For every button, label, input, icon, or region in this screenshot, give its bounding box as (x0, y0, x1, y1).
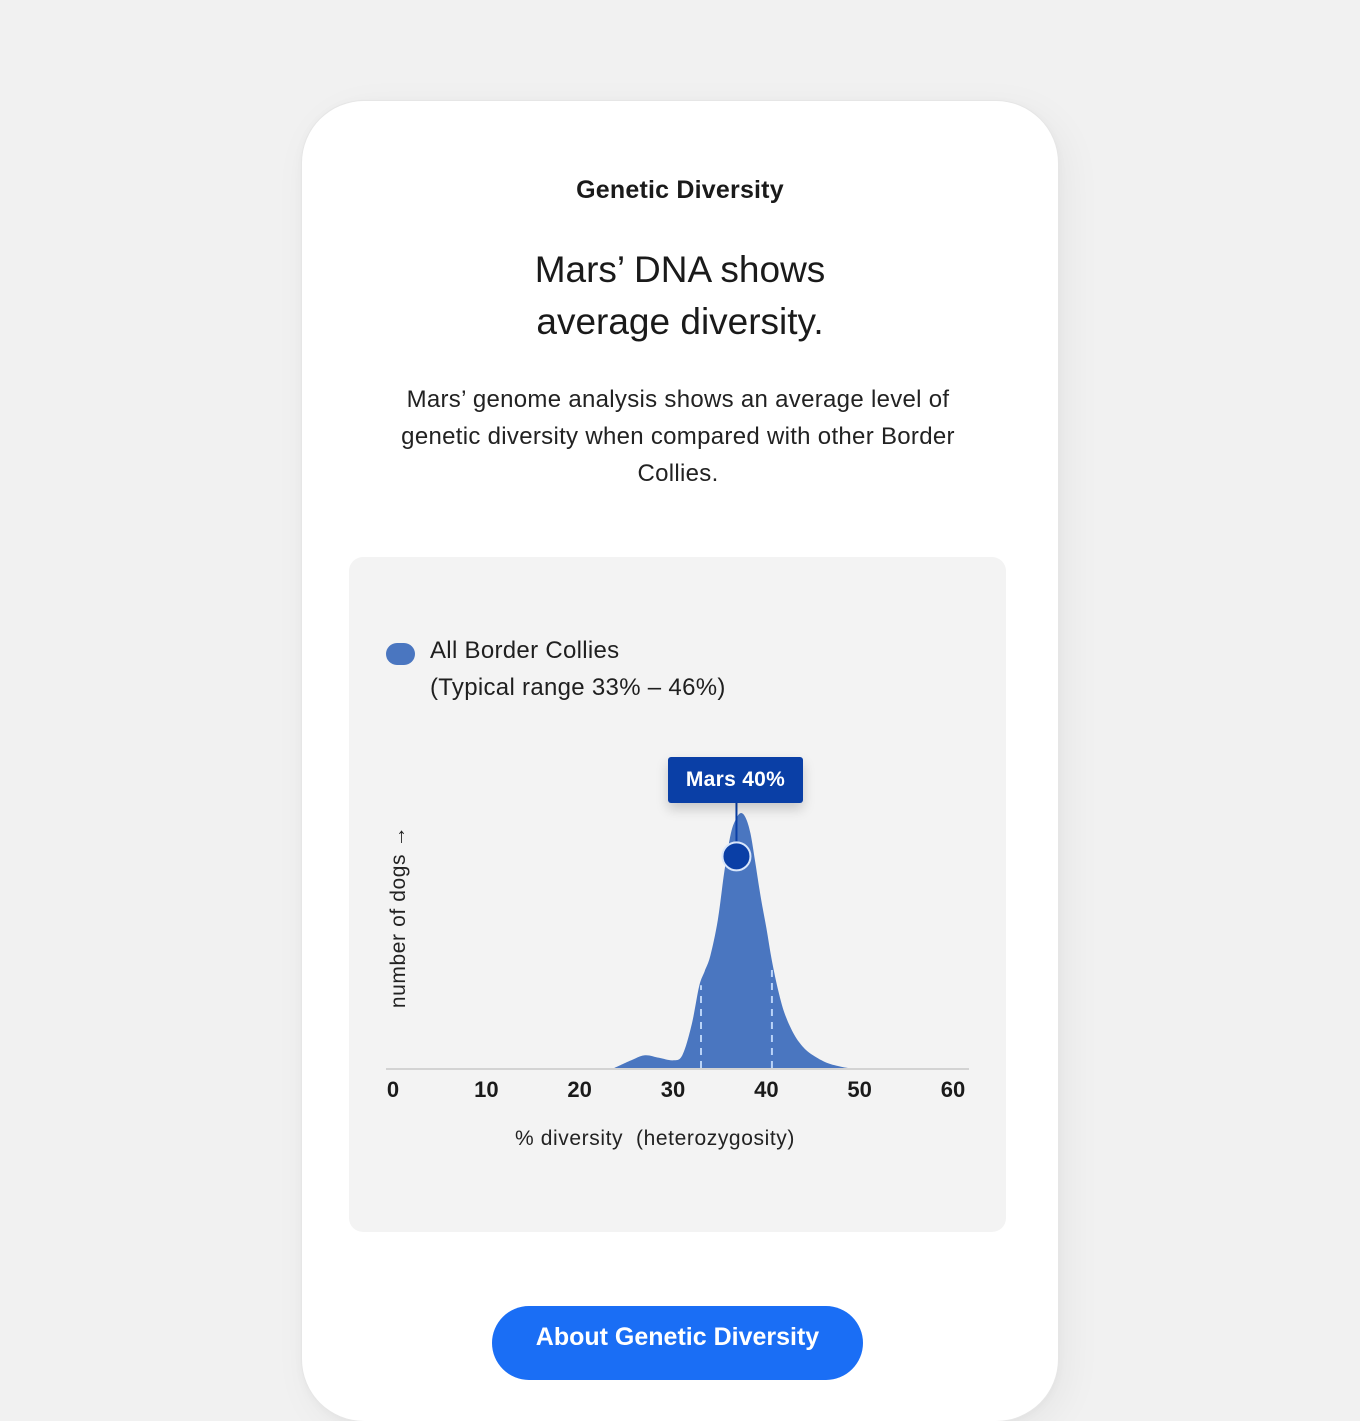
mars-value-tooltip: Mars 40% (668, 757, 803, 803)
x-tick-label: 40 (754, 1077, 778, 1102)
x-tick-label: 0 (387, 1077, 399, 1102)
legend-label: All Border Collies (Typical range 33% – … (430, 632, 726, 706)
chart-legend: All Border Collies (Typical range 33% – … (386, 632, 726, 706)
section-eyebrow: Genetic Diversity (576, 176, 784, 204)
mars-marker-dot[interactable] (721, 841, 752, 872)
legend-label-series: All Border Collies (430, 637, 620, 664)
legend-label-range: (Typical range 33% – 46%) (430, 674, 726, 701)
x-tick-label: 60 (941, 1077, 965, 1102)
x-tick-label: 20 (567, 1077, 591, 1102)
headline-line-1: Mars’ DNA shows (534, 249, 826, 290)
legend-swatch-icon (386, 643, 415, 665)
about-genetic-diversity-button[interactable]: About Genetic Diversity (492, 1306, 863, 1380)
x-tick-label: 30 (661, 1077, 685, 1102)
x-axis-title: % diversity (heterozygosity) (515, 1127, 795, 1150)
x-tick-label: 10 (474, 1077, 498, 1102)
x-tick-label: 50 (847, 1077, 871, 1102)
description-text: Mars’ genome analysis shows an average l… (401, 386, 955, 487)
headline: Mars’ DNA shows average diversity. (0, 244, 1360, 348)
headline-line-2: average diversity. (536, 301, 824, 342)
y-axis-title: number of dogs → (387, 826, 410, 1008)
